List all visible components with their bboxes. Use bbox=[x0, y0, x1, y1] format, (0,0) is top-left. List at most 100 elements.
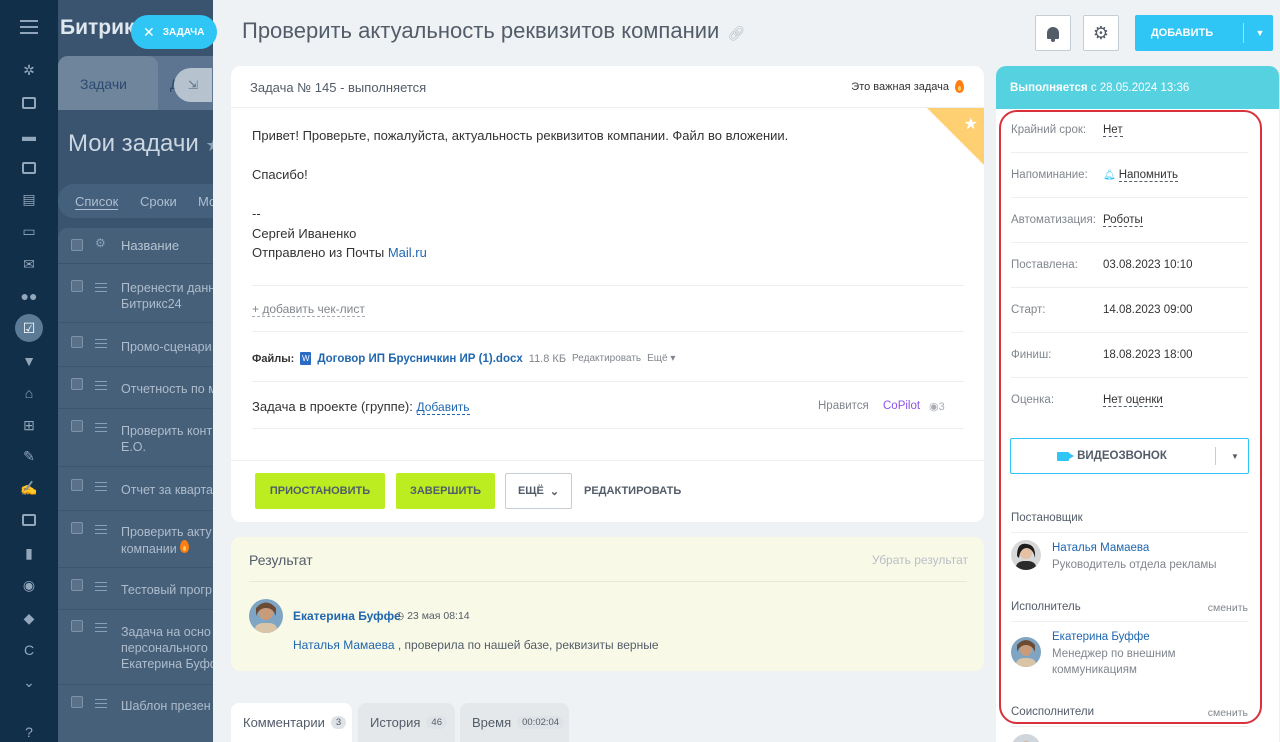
crm-icon[interactable]: ✲ bbox=[19, 60, 39, 80]
tab-time[interactable]: Время 00:02:04 bbox=[460, 703, 569, 742]
more-icon[interactable]: ⌄ bbox=[19, 672, 39, 692]
sign-icon[interactable]: ✍ bbox=[19, 478, 39, 498]
minimize-slider-button[interactable]: ⇲ bbox=[174, 68, 212, 102]
bell-icon bbox=[1047, 27, 1059, 42]
pause-button[interactable]: ПРИОСТАНОВИТЬ bbox=[255, 473, 385, 509]
portal-title: Мои задачи ★ bbox=[68, 130, 222, 158]
remove-result-link[interactable]: Убрать результат bbox=[872, 553, 968, 567]
row-checkbox[interactable] bbox=[71, 420, 83, 432]
row-checkbox[interactable] bbox=[71, 579, 83, 591]
list-item[interactable]: Тестовый прогр bbox=[121, 582, 212, 598]
avatar[interactable] bbox=[249, 599, 283, 633]
robot-icon[interactable]: ◉ bbox=[19, 575, 39, 595]
column-name[interactable]: Название bbox=[121, 238, 179, 253]
edit-button[interactable]: РЕДАКТИРОВАТЬ bbox=[584, 485, 681, 497]
view-tab-list[interactable]: Список bbox=[75, 194, 119, 210]
minimize-icon: ⇲ bbox=[187, 78, 199, 92]
drag-handle-icon[interactable] bbox=[95, 525, 107, 537]
copilot-button[interactable]: CoPilot bbox=[883, 400, 920, 412]
add-checklist-link[interactable]: + добавить чек-лист bbox=[252, 302, 365, 317]
list-item[interactable]: Шаблон презен bbox=[121, 698, 211, 714]
chat-icon[interactable]: ▬ bbox=[19, 126, 39, 146]
filter-icon[interactable]: ▼ bbox=[19, 351, 39, 371]
mention-link[interactable]: Наталья Мамаева bbox=[293, 638, 395, 652]
list-item[interactable]: Отчет за кварта bbox=[121, 482, 213, 498]
feed-icon[interactable] bbox=[19, 93, 39, 113]
avatar[interactable] bbox=[1011, 734, 1041, 742]
row-checkbox[interactable] bbox=[71, 522, 83, 534]
market-icon[interactable]: ◆ bbox=[19, 608, 39, 628]
chevron-down-icon[interactable]: ▼ bbox=[1249, 15, 1271, 51]
file-edit-link[interactable]: Редактировать bbox=[572, 353, 641, 364]
row-checkbox[interactable] bbox=[71, 378, 83, 390]
company-icon[interactable]: ⌂ bbox=[19, 383, 39, 403]
drag-handle-icon[interactable] bbox=[95, 283, 107, 295]
list-item[interactable]: Перенести данн Битрикс24 bbox=[121, 280, 215, 312]
employees-icon[interactable]: ●● bbox=[19, 286, 39, 306]
file-link[interactable]: Договор ИП Брусничкин ИР (1).docx bbox=[317, 353, 522, 365]
views-counter: ◉3 bbox=[929, 401, 945, 413]
result-card: Результат Убрать результат Екатерина Буф… bbox=[231, 537, 984, 671]
edit-icon[interactable]: ✎ bbox=[19, 446, 39, 466]
file-more-link[interactable]: Ещё ▾ bbox=[647, 353, 675, 364]
task-sidebar: Выполняется с 28.05.2024 13:36 Крайний с… bbox=[996, 66, 1279, 742]
menu-icon[interactable] bbox=[20, 20, 38, 34]
gear-icon[interactable]: ⚙ bbox=[95, 236, 106, 250]
drag-handle-icon[interactable] bbox=[95, 482, 107, 494]
row-checkbox[interactable] bbox=[71, 280, 83, 292]
list-item[interactable]: Отчетность по м bbox=[121, 381, 217, 397]
finish-button[interactable]: ЗАВЕРШИТЬ bbox=[396, 473, 495, 509]
close-icon: ✕ bbox=[143, 23, 155, 40]
drag-handle-icon[interactable] bbox=[95, 423, 107, 435]
result-text: Наталья Мамаева , проверила по нашей баз… bbox=[293, 638, 659, 652]
notifications-button[interactable] bbox=[1035, 15, 1071, 51]
row-checkbox[interactable] bbox=[71, 479, 83, 491]
copilot-icon[interactable]: C bbox=[19, 640, 39, 660]
settings-button[interactable]: ⚙ bbox=[1083, 15, 1119, 51]
portal-tab-tasks[interactable]: Задачи bbox=[58, 56, 158, 110]
link-icon[interactable]: 🔗︎ bbox=[727, 25, 745, 41]
important-toggle[interactable]: Это важная задача bbox=[851, 80, 964, 93]
background-portal: Битрикс Задачи Д Мои задачи ★ Список Сро… bbox=[58, 0, 238, 742]
more-button[interactable]: ЕЩЁ ⌄ bbox=[505, 473, 572, 509]
status-bar: Выполняется с 28.05.2024 13:36 bbox=[996, 66, 1279, 109]
files-row: Файлы: W Договор ИП Брусничкин ИР (1).do… bbox=[252, 352, 676, 365]
mail-link[interactable]: Mail.ru bbox=[388, 245, 427, 260]
flame-icon bbox=[955, 80, 964, 93]
list-item[interactable]: Проверить конт Е.О. bbox=[121, 423, 212, 455]
list-item[interactable]: Задача на осно персонального Екатерина Буф… bbox=[121, 624, 220, 672]
star-icon[interactable]: ★ bbox=[964, 114, 978, 134]
list-item[interactable]: Проверить акту компании bbox=[121, 524, 212, 557]
left-navigation: ✲ ▬ ▤ ▭ ✉ ●● ☑ ▼ ⌂ ⊞ ✎ ✍ ▮ ◉ ◆ C ⌄ ? bbox=[0, 0, 58, 742]
task-description: Привет! Проверьте, пожалуйста, актуально… bbox=[252, 128, 789, 260]
row-checkbox[interactable] bbox=[71, 620, 83, 632]
row-checkbox[interactable] bbox=[71, 336, 83, 348]
help-icon[interactable]: ? bbox=[19, 722, 39, 742]
mail-icon[interactable]: ✉ bbox=[19, 254, 39, 274]
drag-handle-icon[interactable] bbox=[95, 623, 107, 635]
contacts-icon[interactable] bbox=[19, 510, 39, 530]
tab-history[interactable]: История 46 bbox=[358, 703, 455, 742]
task-slider: Проверить актуальность реквизитов компан… bbox=[213, 0, 1280, 742]
like-button[interactable]: Нравится bbox=[818, 400, 869, 412]
result-time: ◷ 23 мая 08:14 bbox=[395, 610, 470, 622]
tasks-icon[interactable]: ☑ bbox=[15, 314, 43, 342]
list-item[interactable]: Промо-сценари bbox=[121, 339, 212, 355]
add-button[interactable]: ДОБАВИТЬ ▼ bbox=[1135, 15, 1273, 51]
cart-icon[interactable]: ⊞ bbox=[19, 415, 39, 435]
select-all-checkbox[interactable] bbox=[71, 239, 83, 251]
analytics-icon[interactable]: ▮ bbox=[19, 543, 39, 563]
drag-handle-icon[interactable] bbox=[95, 381, 107, 393]
drive-icon[interactable]: ▭ bbox=[19, 221, 39, 241]
result-author[interactable]: Екатерина Буффе bbox=[293, 609, 401, 623]
drag-handle-icon[interactable] bbox=[95, 339, 107, 351]
drag-handle-icon[interactable] bbox=[95, 582, 107, 594]
project-add-link[interactable]: Добавить bbox=[416, 400, 470, 415]
row-checkbox[interactable] bbox=[71, 696, 83, 708]
documents-icon[interactable]: ▤ bbox=[19, 189, 39, 209]
view-tab-deadlines[interactable]: Сроки bbox=[140, 194, 177, 209]
calendar-icon[interactable] bbox=[19, 158, 39, 178]
close-slider-button[interactable]: ✕ ЗАДАЧА bbox=[131, 15, 217, 49]
drag-handle-icon[interactable] bbox=[95, 699, 107, 711]
tab-comments[interactable]: Комментарии 3 bbox=[231, 703, 352, 742]
